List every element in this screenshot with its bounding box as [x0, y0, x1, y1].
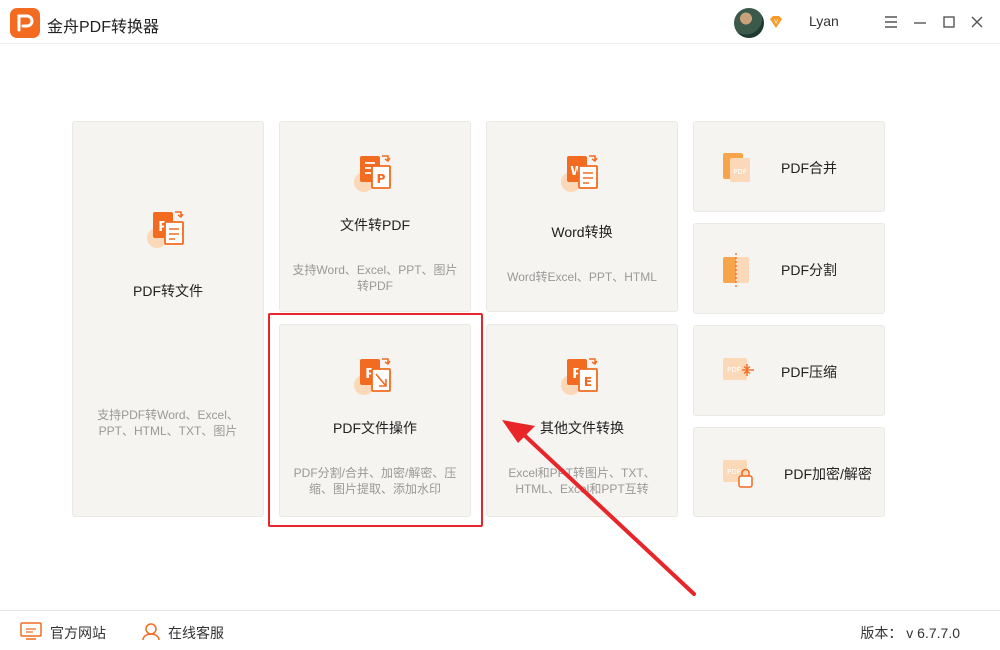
word-convert-icon: W	[561, 155, 598, 192]
minimize-icon[interactable]	[910, 12, 930, 32]
card-description: Word转Excel、PPT、HTML	[507, 270, 657, 284]
card-pdf-to-file[interactable]: P PDF转文件 支持PDF转Word、Excel、PPT、HTML、TXT、图…	[72, 121, 264, 517]
svg-text:PDF: PDF	[727, 468, 741, 476]
card-description: 支持Word、Excel、PPT、图片转PDF	[292, 263, 458, 293]
tool-pdf-compress[interactable]: PDF PDF压缩	[693, 325, 885, 416]
card-label: 其他文件转换	[540, 420, 624, 436]
tool-pdf-merge[interactable]: PDF PDF合并	[693, 121, 885, 212]
tool-label: PDF分割	[781, 262, 837, 278]
tool-label: PDF合并	[781, 160, 837, 176]
card-label: 文件转PDF	[340, 217, 410, 233]
pdf-convert-icon: P	[147, 211, 184, 248]
avatar[interactable]	[734, 8, 764, 38]
maximize-icon[interactable]	[939, 12, 959, 32]
svg-text:PDF: PDF	[727, 366, 741, 374]
username[interactable]: Lyan	[809, 13, 839, 29]
close-icon[interactable]	[967, 12, 987, 32]
card-description: Excel和PPT转图片、TXT、HTML、Excel和PPT互转	[508, 466, 656, 496]
official-website-link[interactable]: 官方网站	[20, 621, 110, 641]
card-other-convert[interactable]: P E 其他文件转换 Excel和PPT转图片、TXT、HTML、Excel和P…	[486, 324, 678, 517]
svg-text:P: P	[377, 172, 386, 186]
card-file-to-pdf[interactable]: P 文件转PDF 支持Word、Excel、PPT、图片转PDF	[279, 121, 471, 312]
title-bar: 金舟PDF转换器 V Lyan	[0, 0, 1000, 44]
pdf-merge-icon: PDF	[723, 153, 750, 182]
app-title: 金舟PDF转换器	[47, 19, 160, 36]
card-word-convert[interactable]: W Word转换 Word转Excel、PPT、HTML	[486, 121, 678, 312]
file-to-pdf-icon: P	[354, 155, 391, 192]
pdf-split-icon	[723, 253, 749, 287]
svg-text:PDF: PDF	[733, 168, 747, 176]
highlight-box	[268, 313, 483, 527]
pdf-compress-icon: PDF	[723, 358, 754, 380]
other-convert-icon: P E	[561, 358, 598, 395]
tool-label: PDF压缩	[781, 364, 837, 380]
tool-pdf-split[interactable]: PDF分割	[693, 223, 885, 314]
card-description: 支持PDF转Word、Excel、PPT、HTML、TXT、图片	[97, 408, 239, 438]
online-support-link[interactable]: 在线客服	[141, 621, 231, 641]
support-label: 在线客服	[168, 625, 224, 641]
card-label: PDF转文件	[133, 283, 203, 299]
monitor-icon	[20, 622, 42, 640]
app-logo-icon	[10, 8, 40, 38]
footer: 官方网站 在线客服 版本： v 6.7.7.0	[0, 610, 1000, 650]
headset-icon	[142, 623, 160, 641]
tool-pdf-encrypt[interactable]: PDF PDF加密/解密	[693, 427, 885, 517]
tool-label: PDF加密/解密	[784, 466, 872, 482]
version-text: 版本： v 6.7.7.0	[860, 625, 960, 641]
svg-text:E: E	[584, 375, 592, 389]
menu-icon[interactable]	[881, 12, 901, 32]
website-label: 官方网站	[50, 625, 106, 641]
card-label: Word转换	[551, 224, 613, 240]
pdf-lock-icon: PDF	[723, 460, 753, 488]
vip-icon: V	[770, 16, 782, 28]
